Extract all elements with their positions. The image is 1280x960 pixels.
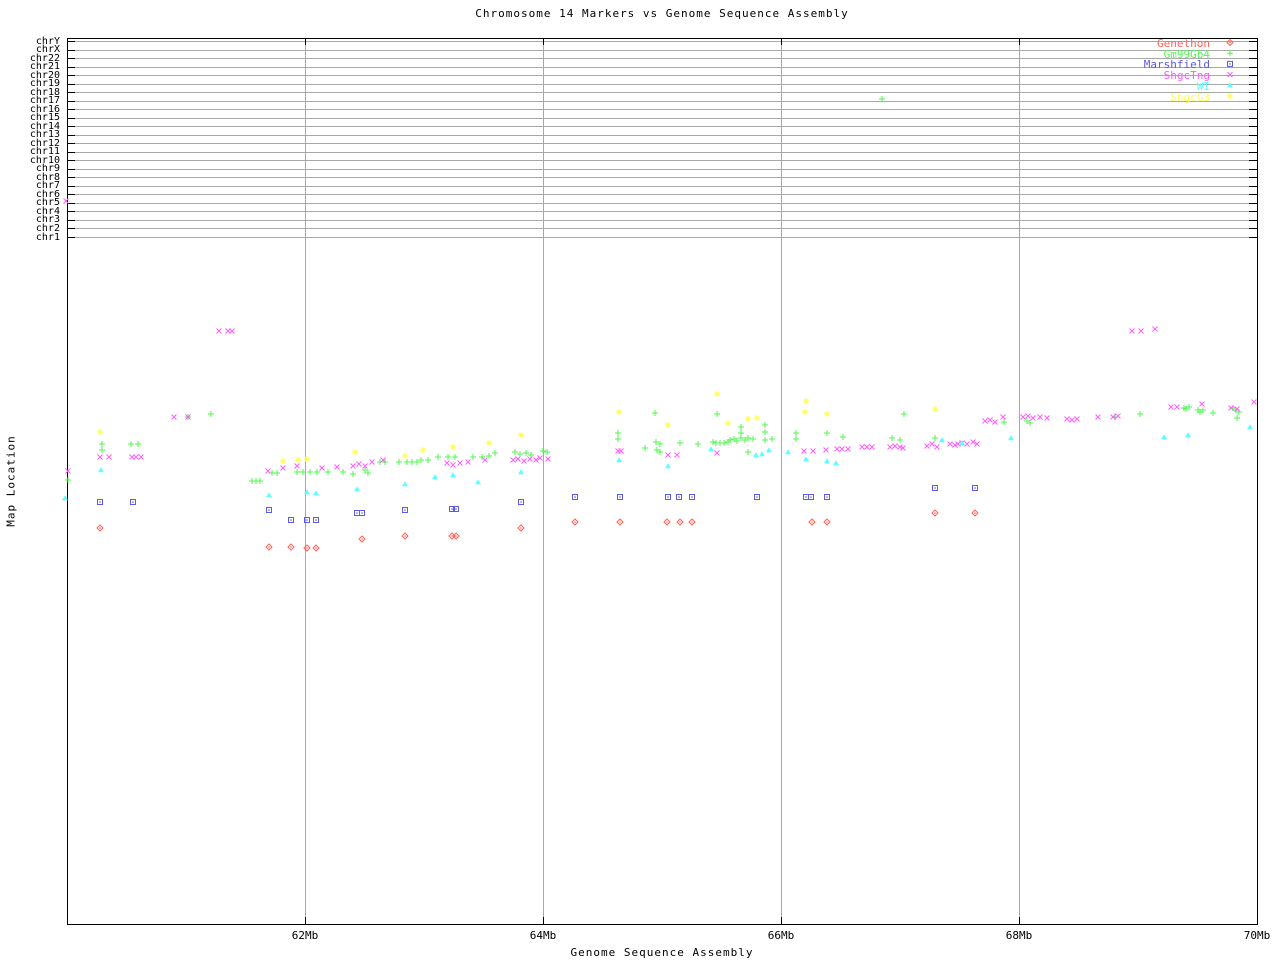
chart-title: Chromosome 14 Markers vs Genome Sequence… [475, 7, 849, 20]
gridlines [67, 38, 1257, 924]
legend-markers [1226, 38, 1234, 99]
series-Genethon [96, 509, 979, 552]
series-ShgcTng [63, 198, 1257, 474]
x-tick-label: 70Mb [1243, 929, 1271, 942]
x-axis-title: Genome Sequence Assembly [570, 946, 754, 959]
x-tick-label: 66Mb [767, 929, 795, 942]
series-ShgcG3 [97, 391, 938, 464]
series-WI [62, 424, 1253, 501]
legend-item-ShgcG3: ShgcG3 [1170, 90, 1210, 104]
series-Marshfield [97, 485, 978, 523]
axis-ticks [67, 38, 1258, 924]
y-axis-title: Map Location [4, 435, 18, 527]
plot-frame [67, 38, 1258, 925]
plot-area [62, 38, 1258, 925]
x-tick-label: 64Mb [529, 929, 557, 942]
chart-figure: Chromosome 14 Markers vs Genome Sequence… [0, 0, 1280, 960]
x-tick-label: 68Mb [1005, 929, 1033, 942]
x-tick-label: 62Mb [291, 929, 319, 942]
y-tick-label: chr1 [35, 231, 60, 243]
series-Gm99Gb4 [65, 96, 1242, 484]
